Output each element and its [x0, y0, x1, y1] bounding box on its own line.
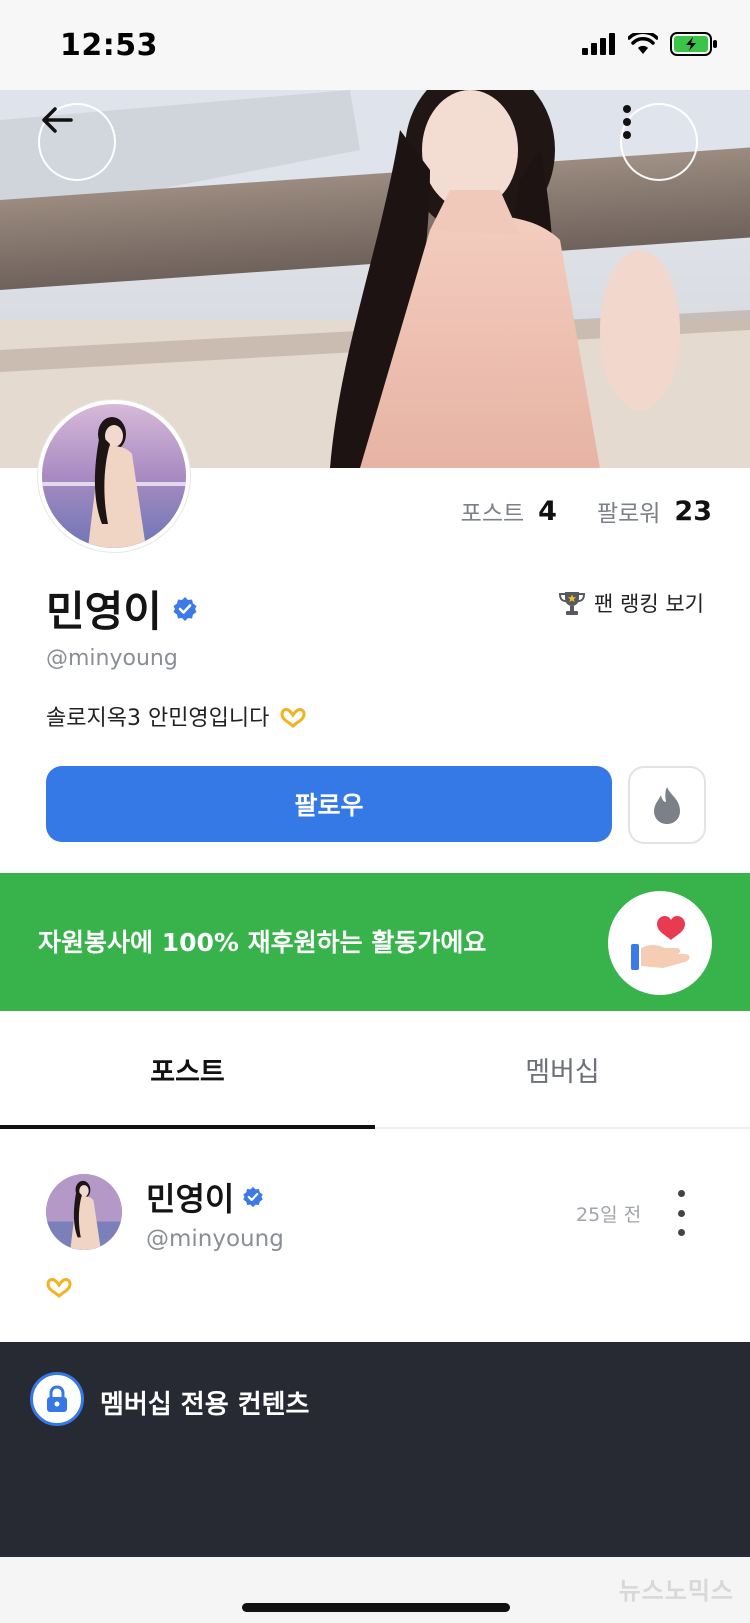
tab-membership-label: 멤버십 — [525, 1056, 600, 1088]
profile-handle: @minyoung — [46, 646, 178, 671]
heart-hand-icon — [631, 916, 690, 970]
tab-posts-label: 포스트 — [150, 1056, 225, 1088]
stat-followers-value[interactable]: 23 — [674, 496, 712, 527]
post-avatar-image — [46, 1174, 122, 1250]
more-dot — [677, 1229, 685, 1236]
fan-ranking-label: 팬 랭킹 보기 — [594, 592, 704, 616]
more-options-button[interactable] — [620, 103, 698, 181]
profile-bio: 솔로지옥3 안민영입니다 — [46, 700, 306, 732]
heart-hands-emoji-icon — [280, 707, 306, 729]
tab-active-indicator — [0, 1125, 375, 1129]
lock-icon — [47, 1385, 67, 1412]
watermark-text: 뉴스노믹스 — [618, 1577, 734, 1605]
post-author-row: 민영이 — [146, 1174, 264, 1220]
signal-icon — [582, 33, 615, 55]
banner-text: 자원봉사에 100% 재후원하는 활동가에요 — [38, 928, 487, 957]
locked-content-label: 멤버십 전용 컨텐츠 — [100, 1390, 310, 1420]
heart-hands-emoji-icon — [46, 1277, 72, 1299]
verified-badge-icon — [173, 596, 197, 621]
home-indicator[interactable] — [242, 1603, 510, 1612]
back-arrow-icon — [42, 107, 73, 133]
fan-ranking-link[interactable]: 팬 랭킹 보기 — [558, 588, 704, 618]
tab-posts[interactable]: 포스트 — [0, 1011, 375, 1129]
profile-stats: 포스트 4 팔로워 23 — [461, 494, 712, 528]
more-dot — [677, 1209, 685, 1217]
lock-badge — [30, 1372, 84, 1426]
status-icons — [582, 32, 718, 56]
fire-icon — [654, 787, 680, 824]
stat-followers-label: 팔로워 — [596, 501, 661, 527]
profile-name-row: 민영이 — [46, 578, 198, 639]
post-author-avatar[interactable] — [46, 1174, 122, 1250]
post-timestamp: 25일 전 — [576, 1204, 642, 1226]
more-dot — [677, 1190, 685, 1197]
trophy-icon — [559, 592, 586, 615]
wifi-icon — [628, 33, 658, 54]
profile-avatar[interactable] — [38, 400, 190, 552]
membership-locked-content[interactable]: 멤버십 전용 컨텐츠 — [0, 1342, 750, 1557]
status-bar: 12:53 — [0, 0, 750, 90]
battery-icon — [670, 32, 717, 56]
post-more-button[interactable] — [670, 1190, 692, 1236]
profile-name: 민영이 — [46, 587, 162, 636]
volunteer-banner[interactable]: 자원봉사에 100% 재후원하는 활동가에요 — [0, 873, 750, 1011]
banner-badge — [608, 891, 712, 995]
post-author-name[interactable]: 민영이 — [146, 1174, 234, 1220]
back-button[interactable] — [38, 103, 116, 181]
stat-posts-value[interactable]: 4 — [538, 496, 557, 527]
avatar-image — [42, 404, 186, 548]
profile-bio-text: 솔로지옥3 안민영입니다 — [46, 706, 270, 731]
verified-badge-icon — [243, 1186, 264, 1208]
status-time: 12:53 — [60, 28, 158, 63]
tab-membership[interactable]: 멤버십 — [375, 1011, 750, 1127]
content-tabs: 포스트 멤버십 — [0, 1011, 750, 1129]
bottom-bar: 뉴스노믹스 — [0, 1557, 750, 1623]
stat-posts-label: 포스트 — [460, 501, 525, 527]
post-body — [46, 1277, 72, 1302]
more-vertical-icon — [623, 105, 631, 139]
fire-button[interactable] — [628, 766, 706, 844]
post-author-handle: @minyoung — [146, 1226, 284, 1252]
follow-button[interactable]: 팔로우 — [46, 766, 612, 842]
